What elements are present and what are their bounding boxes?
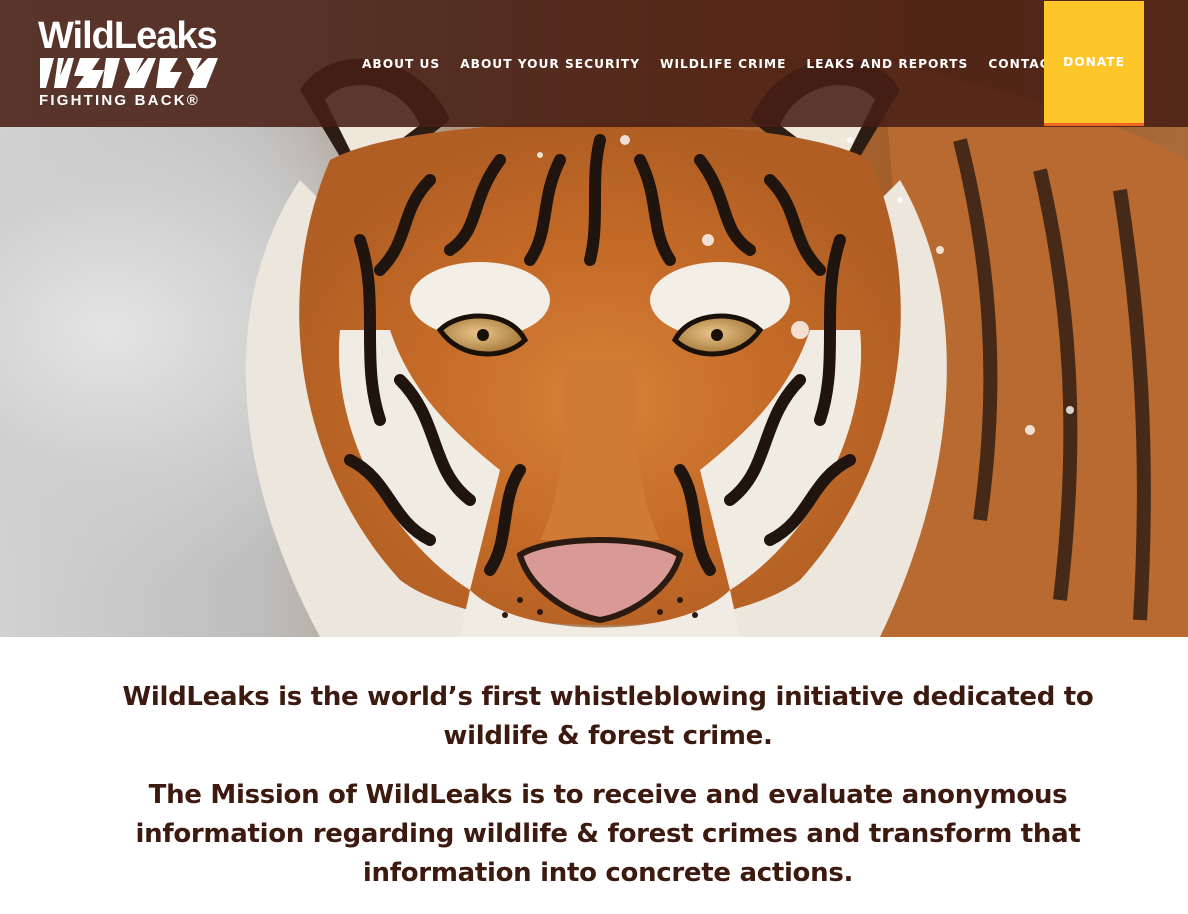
mission-intro: WildLeaks is the world’s first whistlebl… (122, 682, 1094, 751)
nav-item-about-us[interactable]: ABOUT US (352, 57, 450, 71)
tiger-stripes-icon (40, 58, 218, 88)
main-nav: ABOUT US ABOUT YOUR SECURITY WILDLIFE CR… (352, 0, 1069, 127)
donate-button[interactable]: DONATE (1044, 1, 1144, 126)
wildleaks-logo[interactable]: WildLeaks FIGHTING BACK® (38, 16, 222, 112)
site-header: WildLeaks FIGHTING BACK® ABOUT US ABOUT … (0, 0, 1188, 127)
nav-item-wildlife-crime[interactable]: WILDLIFE CRIME (650, 57, 796, 71)
nav-item-about-your-security[interactable]: ABOUT YOUR SECURITY (450, 57, 650, 71)
logo-wordmark: WildLeaks (38, 15, 218, 57)
mission-statement: The Mission of WildLeaks is to receive a… (135, 780, 1081, 888)
mission-section: WildLeaks is the world’s first whistlebl… (90, 678, 1126, 893)
nav-item-leaks-and-reports[interactable]: LEAKS AND REPORTS (796, 57, 978, 71)
logo-tagline: FIGHTING BACK® (39, 92, 201, 109)
